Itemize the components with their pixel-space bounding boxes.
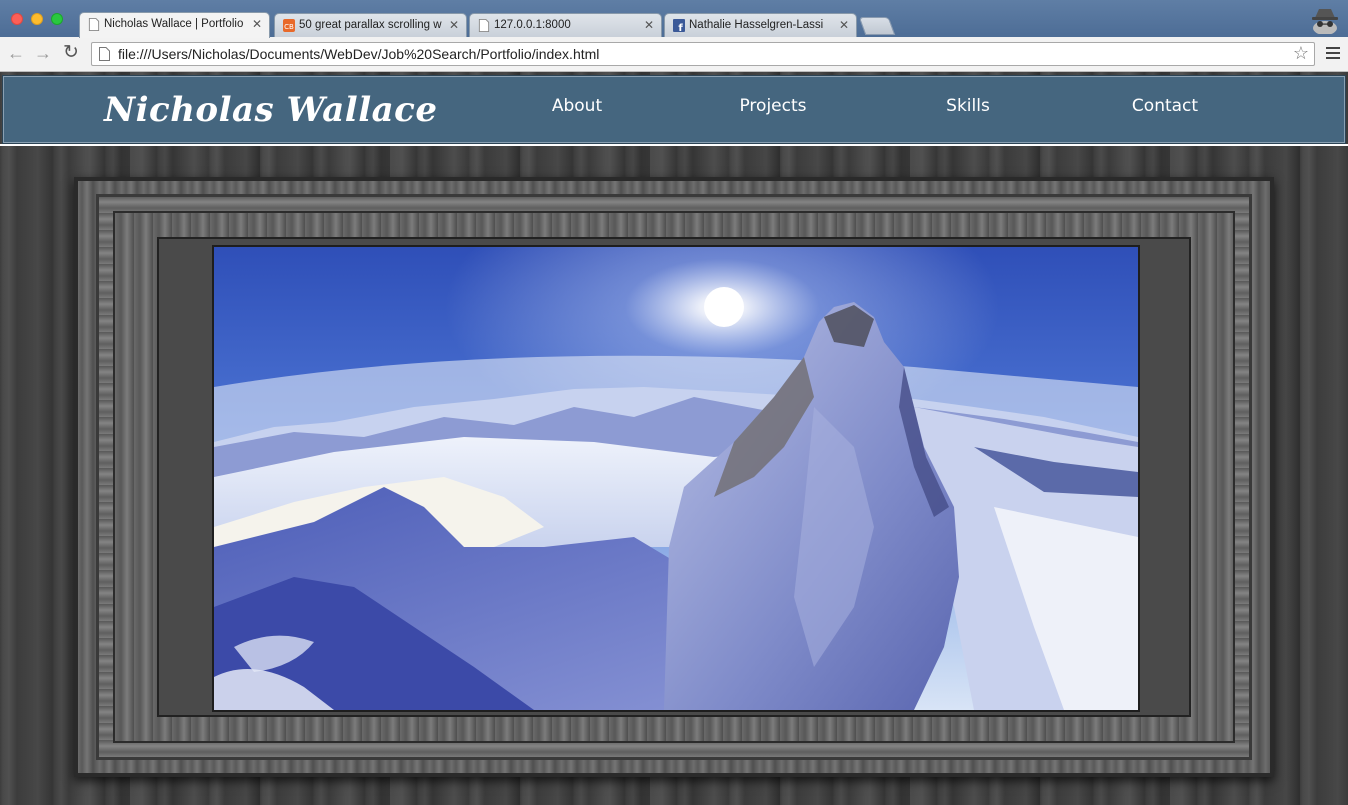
site-brand[interactable]: Nicholas Wallace: [104, 90, 437, 130]
close-tab-icon[interactable]: ✕: [449, 14, 459, 36]
tab-portfolio[interactable]: Nicholas Wallace | Portfolio ✕: [79, 12, 270, 38]
svg-text:CB: CB: [284, 23, 294, 31]
reload-icon[interactable]: ↻: [63, 43, 79, 63]
back-arrow-icon[interactable]: ←: [7, 43, 25, 63]
nav-contact[interactable]: Contact: [1125, 96, 1205, 116]
minimize-window-button[interactable]: [31, 13, 43, 25]
incognito-icon: [1312, 9, 1338, 34]
navbar-divider: [0, 144, 1348, 146]
new-tab-button[interactable]: [858, 17, 896, 35]
page-viewport: Nicholas Wallace About Projects Skills C…: [0, 72, 1348, 805]
tab-localhost[interactable]: 127.0.0.1:8000 ✕: [469, 13, 662, 37]
address-bar[interactable]: file:///Users/Nicholas/Documents/WebDev/…: [91, 42, 1315, 66]
browser-tab-bar: Nicholas Wallace | Portfolio ✕ CB 50 gre…: [0, 0, 1348, 38]
browser-menu-icon[interactable]: [1326, 47, 1340, 62]
tab-title: Nathalie Hasselgren-Lassi: [689, 19, 824, 31]
tab-parallax[interactable]: CB 50 great parallax scrolling w ✕: [274, 13, 467, 37]
nav-about[interactable]: About: [547, 96, 607, 116]
facebook-icon: f: [673, 19, 685, 32]
page-icon: [99, 47, 110, 61]
close-tab-icon[interactable]: ✕: [252, 13, 262, 35]
page-icon: [478, 19, 490, 32]
close-tab-icon[interactable]: ✕: [644, 14, 654, 36]
page-icon: [88, 18, 100, 31]
close-tab-icon[interactable]: ✕: [839, 14, 849, 36]
nav-skills[interactable]: Skills: [943, 96, 993, 116]
cb-favicon-icon: CB: [283, 19, 295, 32]
forward-arrow-icon[interactable]: →: [34, 43, 52, 63]
maximize-window-button[interactable]: [51, 13, 63, 25]
browser-toolbar: ← → ↻ file:///Users/Nicholas/Documents/W…: [0, 37, 1348, 72]
svg-text:f: f: [678, 23, 683, 32]
tab-title: 50 great parallax scrolling w: [299, 19, 442, 31]
mountain-landscape-image: [214, 247, 1138, 710]
matterhorn-photo: [212, 245, 1140, 712]
bookmark-star-icon[interactable]: ☆: [1293, 43, 1309, 64]
close-window-button[interactable]: [11, 13, 23, 25]
tab-title: 127.0.0.1:8000: [494, 19, 571, 31]
tab-title: Nicholas Wallace | Portfolio: [104, 18, 244, 30]
tab-facebook[interactable]: f Nathalie Hasselgren-Lassi ✕: [664, 13, 857, 37]
nav-projects[interactable]: Projects: [735, 96, 811, 116]
address-bar-url: file:///Users/Nicholas/Documents/WebDev/…: [118, 46, 600, 62]
site-navbar: Nicholas Wallace About Projects Skills C…: [2, 75, 1346, 144]
